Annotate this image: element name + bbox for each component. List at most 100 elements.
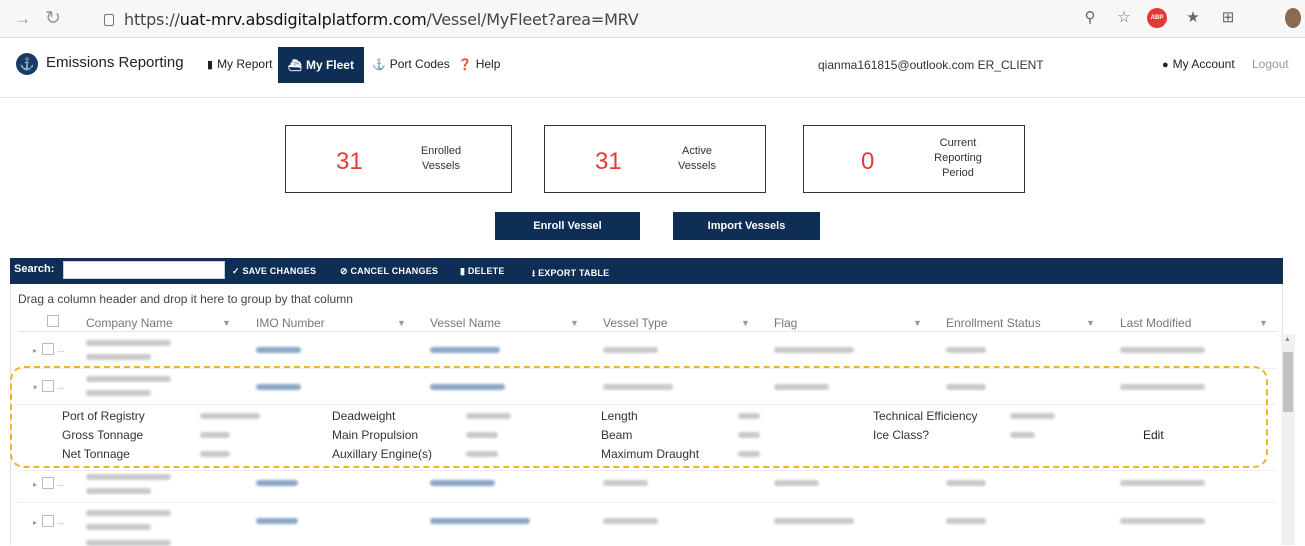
select-all-checkbox[interactable] [47,315,59,327]
stat-label-line: Active [682,145,712,157]
nav-my-fleet[interactable]: ⛴ My Fleet [278,47,364,83]
adblock-icon[interactable]: ABP [1147,8,1167,28]
save-label: SAVE CHANGES [242,266,317,276]
import-vessels-button[interactable]: Import Vessels [673,212,820,240]
stat-label: Current Reporting Period [918,136,998,181]
ship-icon: ⛴ [288,60,302,72]
filter-icon[interactable]: ▼ [1086,318,1095,328]
search-input[interactable] [63,261,225,279]
grid-toolbar: Search: ✓ SAVE CHANGES ⊘ CANCEL CHANGES … [10,258,1283,284]
column-header-vessel-name[interactable]: Vessel Name [430,316,501,330]
search-label: Search: [14,263,55,275]
save-changes-button[interactable]: ✓ SAVE CHANGES [232,266,316,277]
row-menu-dots[interactable]: ... [57,516,65,526]
filter-icon[interactable]: ▼ [741,318,750,328]
highlight-annotation [10,366,1268,468]
redacted-status [946,518,986,524]
nav-label: Port Codes [389,57,450,71]
redacted-date [1120,480,1205,486]
expand-row-icon[interactable]: ▸ [33,518,37,527]
redacted-vessel-name [430,518,530,524]
filter-icon[interactable]: ▼ [570,318,579,328]
column-header-enrollment-status[interactable]: Enrollment Status [946,316,1041,330]
redacted-flag [774,480,819,486]
stat-label-line: Vessels [422,160,460,172]
column-header-imo-number[interactable]: IMO Number [256,316,325,330]
favorites-icon[interactable]: ★ [1183,8,1203,28]
stat-value: 31 [595,148,622,175]
row-checkbox[interactable] [42,477,54,489]
column-header-vessel-type[interactable]: Vessel Type [603,316,668,330]
expand-row-icon[interactable]: ▸ [33,480,37,489]
row-menu-dots[interactable]: ... [57,478,65,488]
redacted-flag [774,347,854,353]
enroll-vessel-button[interactable]: Enroll Vessel [495,212,640,240]
logout-link[interactable]: Logout [1252,57,1289,71]
column-header-company-name[interactable]: Company Name [86,316,173,330]
redacted-company [86,474,171,480]
anchor-icon: ⚓ [372,59,386,71]
profile-avatar[interactable] [1285,8,1301,28]
stat-label-line: Period [942,167,974,179]
filter-icon[interactable]: ▼ [1259,318,1268,328]
cancel-changes-button[interactable]: ⊘ CANCEL CHANGES [340,266,438,277]
trash-icon: ▮ [460,266,468,276]
nav-label: Help [475,57,501,71]
export-table-button[interactable]: ⭳ EXPORT TABLE [532,266,609,282]
brand-title[interactable]: Emissions Reporting [46,54,184,71]
row-menu-dots[interactable]: ... [57,344,65,354]
url-path: /Vessel/MyFleet?area=MRV [426,10,639,29]
filter-icon[interactable]: ▼ [222,318,231,328]
redacted-vessel-type [603,518,658,524]
nav-help[interactable]: ❓ Help [458,57,500,71]
lock-icon [104,14,114,26]
group-by-hint: Drag a column header and drop it here to… [18,292,353,306]
nav-label: My Report [217,57,273,71]
user-icon: ● [1162,59,1169,71]
redacted-date [1120,347,1205,353]
collections-icon[interactable]: ⊞ [1218,8,1238,28]
address-bar[interactable]: https://uat-mrv.absdigitalplatform.com/V… [104,10,639,29]
redacted-company [86,488,151,494]
scroll-up-icon[interactable]: ▲ [1284,336,1291,343]
back-icon[interactable]: → [14,9,31,29]
row-divider [18,470,1276,471]
row-checkbox[interactable] [42,343,54,355]
stat-current-reporting-period: 0 Current Reporting Period [803,125,1025,193]
header-divider [18,331,1276,332]
stat-label-line: Enrolled [420,145,462,157]
filter-icon[interactable]: ▼ [397,318,406,328]
export-label: EXPORT TABLE [538,268,610,278]
row-checkbox[interactable] [42,515,54,527]
redacted-vessel-type [603,480,648,486]
delete-button[interactable]: ▮ DELETE [460,266,505,277]
stat-active-vessels: 31 Active Vessels [544,125,766,193]
filter-icon[interactable]: ▼ [913,318,922,328]
tracking-icon[interactable]: ☆ [1114,8,1134,28]
stat-label-line: Reporting [934,152,982,164]
redacted-flag [774,518,854,524]
redacted-date [1120,518,1205,524]
file-icon: ▮ [207,59,214,71]
stat-label-line: Current [939,137,977,149]
stat-label-line: Vessels [678,160,716,172]
nav-label: My Fleet [305,58,354,72]
expand-row-icon[interactable]: ▸ [33,346,37,355]
refresh-icon[interactable]: ↻ [45,7,61,30]
account-label: My Account [1172,57,1235,71]
zoom-icon[interactable]: ⚲ [1080,8,1100,28]
cancel-icon: ⊘ [340,266,351,276]
redacted-vessel-name [430,480,495,486]
my-account-link[interactable]: ● My Account [1162,57,1235,71]
column-header-last-modified[interactable]: Last Modified [1120,316,1191,330]
redacted-imo [256,347,301,353]
browser-toolbar: → ↻ https://uat-mrv.absdigitalplatform.c… [0,0,1305,38]
cancel-label: CANCEL CHANGES [350,266,439,276]
redacted-imo [256,518,298,524]
app-navbar: ⚓ Emissions Reporting ▮ My Report ⛴ My Fle… [0,38,1305,98]
nav-my-report[interactable]: ▮ My Report [207,57,272,71]
ship-logo-icon: ⚓ [16,53,38,75]
nav-port-codes[interactable]: ⚓ Port Codes [372,57,450,71]
column-header-flag[interactable]: Flag [774,316,797,330]
scrollbar-thumb[interactable] [1283,352,1293,412]
